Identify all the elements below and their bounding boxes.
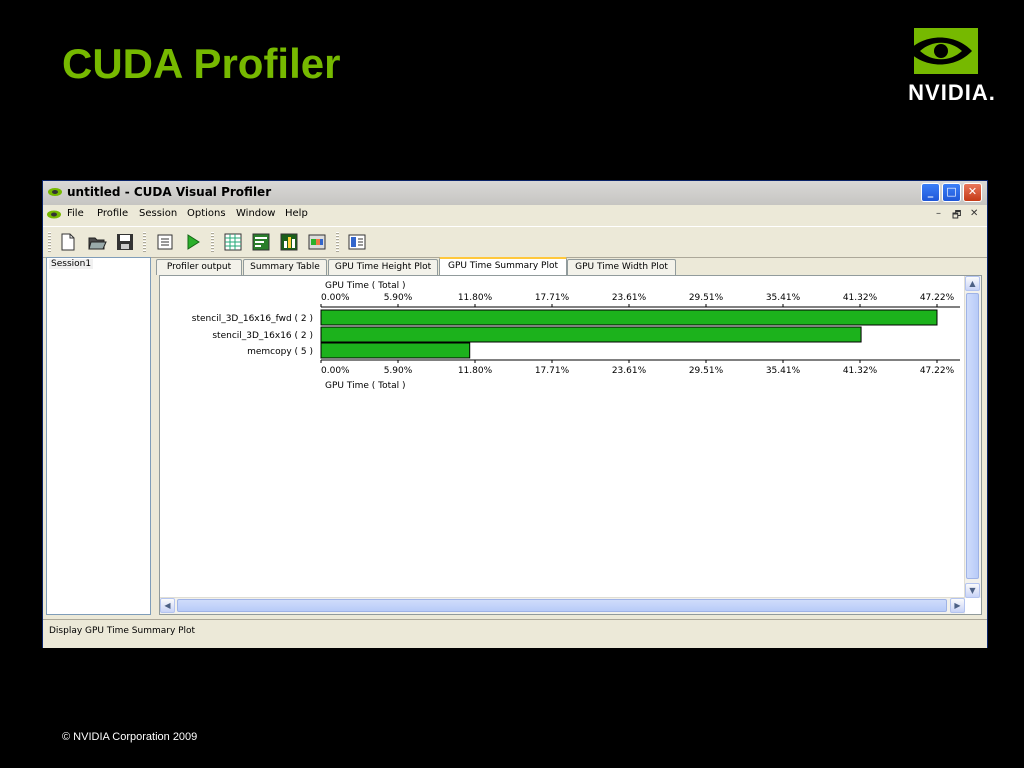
vertical-scrollbar[interactable]: ▲ ▼ — [964, 276, 981, 598]
tick-label-bottom: 35.41% — [766, 366, 801, 376]
title-bar[interactable]: untitled - CUDA Visual Profiler _ □ ✕ — [43, 181, 987, 205]
tick-label-top: 23.61% — [612, 293, 647, 303]
tick-label-top: 0.00% — [321, 293, 350, 303]
new-icon[interactable] — [58, 232, 78, 252]
tab-strip: Profiler output Summary Table GPU Time H… — [156, 257, 984, 276]
table-icon[interactable] — [223, 232, 243, 252]
mdi-close-button[interactable]: ✕ — [970, 208, 978, 219]
mdi-restore-button[interactable]: 🗗 — [952, 208, 961, 225]
toolbar-grip[interactable] — [143, 232, 146, 252]
status-text: Display GPU Time Summary Plot — [49, 626, 196, 636]
tick-label-bottom: 23.61% — [612, 366, 647, 376]
nvidia-logo: NVIDIA. — [900, 28, 1004, 108]
toolbar-grip[interactable] — [211, 232, 214, 252]
tick-label-top: 29.51% — [689, 293, 724, 303]
toolbar-grip[interactable] — [48, 232, 51, 252]
menu-options[interactable]: Options — [187, 208, 226, 219]
tick-label-top: 17.71% — [535, 293, 570, 303]
menu-bar: File Profile Session Options Window Help… — [43, 205, 987, 225]
bar — [320, 342, 471, 359]
menu-help[interactable]: Help — [285, 208, 308, 219]
tab-gpu-time-summary-plot[interactable]: GPU Time Summary Plot — [439, 257, 567, 276]
tick-label-bottom: 11.80% — [458, 366, 493, 376]
status-bar: Display GPU Time Summary Plot — [43, 619, 987, 648]
vertical-scroll-thumb[interactable] — [966, 293, 979, 579]
axis-title-bottom: GPU Time ( Total ) — [325, 381, 406, 391]
tick-label-top: 5.90% — [384, 293, 413, 303]
tick-label-bottom: 17.71% — [535, 366, 570, 376]
scroll-right-icon[interactable]: ▶ — [950, 598, 965, 613]
minimize-button[interactable]: _ — [921, 183, 940, 202]
window-title: untitled - CUDA Visual Profiler — [67, 185, 272, 199]
tick-label-bottom: 29.51% — [689, 366, 724, 376]
tick-label-top: 41.32% — [843, 293, 878, 303]
tick-label-top: 35.41% — [766, 293, 801, 303]
menu-window[interactable]: Window — [236, 208, 275, 219]
category-label: stencil_3D_16x16_fwd ( 2 ) — [192, 314, 313, 324]
gpu-time-summary-chart: GPU Time ( Total ) GPU Time ( Total ) 0.00… — [192, 281, 960, 391]
tab-gpu-time-width-plot[interactable]: GPU Time Width Plot — [567, 259, 676, 275]
axis-title-top: GPU Time ( Total ) — [325, 281, 406, 291]
scroll-left-icon[interactable]: ◀ — [160, 598, 175, 613]
menu-session[interactable]: Session — [139, 208, 177, 219]
profiler-window: untitled - CUDA Visual Profiler _ □ ✕ Fi… — [42, 180, 988, 648]
save-icon[interactable] — [115, 232, 135, 252]
close-button[interactable]: ✕ — [963, 183, 982, 202]
slide-title: CUDA Profiler — [62, 40, 341, 87]
workspace: Session1 Profiler output Summary Table G… — [46, 257, 984, 617]
session-item[interactable]: Session1 — [49, 259, 94, 269]
tick-label-top: 11.80% — [458, 293, 493, 303]
copyright-text: © NVIDIA Corporation 2009 — [62, 731, 198, 743]
scroll-up-icon[interactable]: ▲ — [965, 276, 980, 291]
mdi-minimize-button[interactable]: – — [936, 208, 941, 219]
bar — [320, 326, 862, 343]
category-label: memcopy ( 5 ) — [247, 347, 313, 357]
tick-label-top: 47.22% — [920, 293, 955, 303]
menu-profile[interactable]: Profile — [97, 208, 128, 219]
scroll-down-icon[interactable]: ▼ — [965, 583, 980, 598]
app-icon — [48, 188, 62, 196]
maximize-button[interactable]: □ — [942, 183, 961, 202]
horizontal-scrollbar[interactable]: ◀ ▶ — [160, 597, 965, 614]
toolbar — [43, 226, 987, 258]
logo-wordmark: NVIDIA. — [908, 80, 996, 105]
details-icon[interactable] — [347, 232, 367, 252]
horizontal-scroll-thumb[interactable] — [177, 599, 947, 612]
run-icon[interactable] — [183, 232, 203, 252]
width-plot-icon[interactable] — [307, 232, 327, 252]
session-tree: Session1 — [46, 257, 151, 615]
session-icon[interactable] — [155, 232, 175, 252]
tick-label-bottom: 41.32% — [843, 366, 878, 376]
tick-label-bottom: 5.90% — [384, 366, 413, 376]
tab-gpu-time-height-plot[interactable]: GPU Time Height Plot — [328, 259, 438, 275]
plot-panel: GPU Time ( Total ) GPU Time ( Total ) 0.00… — [159, 275, 982, 615]
tab-summary-table[interactable]: Summary Table — [243, 259, 327, 275]
bar-plot-icon[interactable] — [279, 232, 299, 252]
tab-profiler-output[interactable]: Profiler output — [156, 259, 242, 275]
menu-app-icon[interactable] — [47, 209, 61, 220]
tick-label-bottom: 47.22% — [920, 366, 955, 376]
bar — [320, 309, 938, 326]
menu-file[interactable]: File — [67, 208, 84, 219]
summary-table-icon[interactable] — [251, 232, 271, 252]
open-icon[interactable] — [87, 232, 107, 252]
toolbar-grip[interactable] — [336, 232, 339, 252]
category-label: stencil_3D_16x16 ( 2 ) — [212, 331, 313, 341]
tick-label-bottom: 0.00% — [321, 366, 350, 376]
